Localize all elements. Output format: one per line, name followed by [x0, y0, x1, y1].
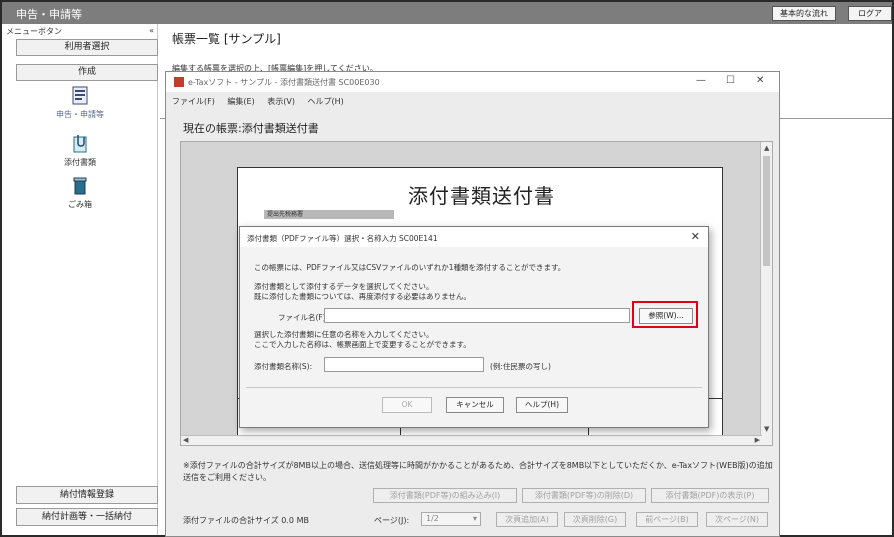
chevron-down-icon: ▾	[472, 514, 477, 523]
scroll-thumb[interactable]	[763, 156, 770, 266]
maximize-icon[interactable]: ☐	[726, 75, 735, 86]
menu-item-declaration-label: 申告・申請等	[56, 110, 104, 119]
menu-item-attachments-label: 添付書類	[64, 158, 96, 167]
menu-header: メニューボタン «	[2, 26, 158, 38]
menu-header-label: メニューボタン	[6, 27, 62, 36]
dialog-select-text: 添付書類として添付するデータを選択してください。	[254, 282, 434, 291]
page-select[interactable]: 1/2 ▾	[421, 512, 481, 526]
dialog-info-text: この帳票には、PDFファイル又はCSVファイルのいずれか1種類を添付することがで…	[254, 263, 566, 272]
add-page-button[interactable]: 次頁追加(A)	[496, 512, 558, 527]
window-menubar: ファイル(F) 編集(E) 表示(V) ヘルプ(H)	[172, 96, 354, 107]
help-button[interactable]: ヘルプ(H)	[516, 397, 568, 413]
delete-attachment-button[interactable]: 添付書類(PDF等)の削除(D)	[522, 488, 646, 503]
total-size-label: 添付ファイルの合計サイズ 0.0 MB	[183, 516, 309, 525]
window-title-bar: e-Taxソフト - サンプル - 添付書類送付書 SC00E030 — ☐ ✕	[166, 72, 779, 92]
size-notice: ※添付ファイルの合計サイズが8MB以上の場合、送信処理等に時間がかかることがある…	[183, 461, 773, 482]
document-form-icon	[72, 86, 88, 105]
basic-flow-button[interactable]: 基本的な流れ	[772, 6, 836, 21]
tax-office-field: 提出先税務署	[264, 210, 394, 219]
menu-item-attachments[interactable]: 添付書類	[2, 134, 158, 168]
ok-button[interactable]: OK	[382, 397, 432, 413]
current-form-label: 現在の帳票:添付書類送付書	[183, 122, 319, 135]
dialog-title: 添付書類（PDFファイル等）選択・名称入力 SC00E141	[247, 234, 438, 243]
logout-button[interactable]: ログア	[848, 6, 892, 21]
page-value: 1/2	[426, 514, 439, 523]
document-title: 添付書類送付書	[408, 184, 555, 208]
scroll-left-icon[interactable]: ◀	[183, 436, 188, 444]
attachment-name-example: (例:住民票の写し)	[490, 362, 551, 371]
trash-icon	[73, 177, 87, 195]
next-page-button[interactable]: 次ページ(N)	[706, 512, 768, 527]
dialog-title-bar: 添付書類（PDFファイル等）選択・名称入力 SC00E141 ✕	[240, 227, 708, 247]
menu-item-declaration[interactable]: 申告・申請等	[2, 86, 158, 120]
prev-page-button[interactable]: 前ページ(B)	[636, 512, 698, 527]
attachment-name-label: 添付書類名称(S):	[254, 362, 313, 371]
window-title: e-Taxソフト - サンプル - 添付書類送付書 SC00E030	[188, 78, 380, 87]
user-select-button[interactable]: 利用者選択	[16, 39, 158, 56]
close-icon[interactable]: ✕	[756, 75, 764, 86]
menu-file[interactable]: ファイル(F)	[172, 97, 215, 106]
menu-edit[interactable]: 編集(E)	[227, 97, 254, 106]
horizontal-scrollbar[interactable]: ◀ ▶	[181, 435, 762, 445]
create-button[interactable]: 作成	[16, 64, 158, 81]
attach-files-button[interactable]: 添付書類(PDF等)の組み込み(I)	[373, 488, 517, 503]
menu-item-trash-label: ごみ箱	[68, 200, 92, 209]
scroll-up-icon[interactable]: ▲	[764, 144, 769, 152]
scroll-right-icon[interactable]: ▶	[755, 436, 760, 444]
file-name-input[interactable]	[324, 308, 630, 323]
app-title: 申告・申請等	[16, 8, 82, 21]
collapse-menu-icon[interactable]: «	[149, 26, 154, 35]
menu-item-trash[interactable]: ごみ箱	[2, 176, 158, 210]
delete-page-button[interactable]: 次頁削除(G)	[564, 512, 626, 527]
menu-view[interactable]: 表示(V)	[267, 97, 295, 106]
attachment-name-input[interactable]	[324, 357, 484, 372]
browse-highlight-box	[632, 301, 698, 328]
app-icon	[174, 77, 184, 87]
dialog-close-icon[interactable]: ✕	[691, 230, 700, 243]
payment-plan-button[interactable]: 納付計画等・一括納付	[16, 508, 158, 526]
dialog-name-text: 選択した添付書類に任意の名称を入力してください。	[254, 330, 434, 339]
scroll-down-icon[interactable]: ▼	[764, 425, 769, 433]
left-menu: メニューボタン « 利用者選択 作成 申告・申請等 添付書類 ごみ箱 納付情報登…	[2, 24, 158, 535]
minimize-icon[interactable]: —	[696, 75, 706, 86]
dialog-name-note: ここで入力した名称は、帳票画面上で変更することができます。	[254, 340, 471, 349]
app-title-bar: 申告・申請等 基本的な流れ ログア	[2, 2, 892, 24]
file-name-label: ファイル名(F):	[278, 313, 329, 322]
clip-document-icon	[73, 135, 87, 153]
cancel-button[interactable]: キャンセル	[446, 397, 504, 413]
view-attachment-button[interactable]: 添付書類(PDF)の表示(P)	[651, 488, 769, 503]
menu-help[interactable]: ヘルプ(H)	[308, 97, 344, 106]
dialog-divider	[246, 387, 702, 388]
page-title: 帳票一覧 [サンプル]	[172, 32, 281, 46]
vertical-scrollbar[interactable]: ▲ ▼	[760, 142, 772, 445]
page-label: ページ(J):	[374, 516, 410, 525]
dialog-select-note: 既に添付した書類については、再度添付する必要はありません。	[254, 292, 471, 301]
payment-info-button[interactable]: 納付情報登録	[16, 486, 158, 504]
